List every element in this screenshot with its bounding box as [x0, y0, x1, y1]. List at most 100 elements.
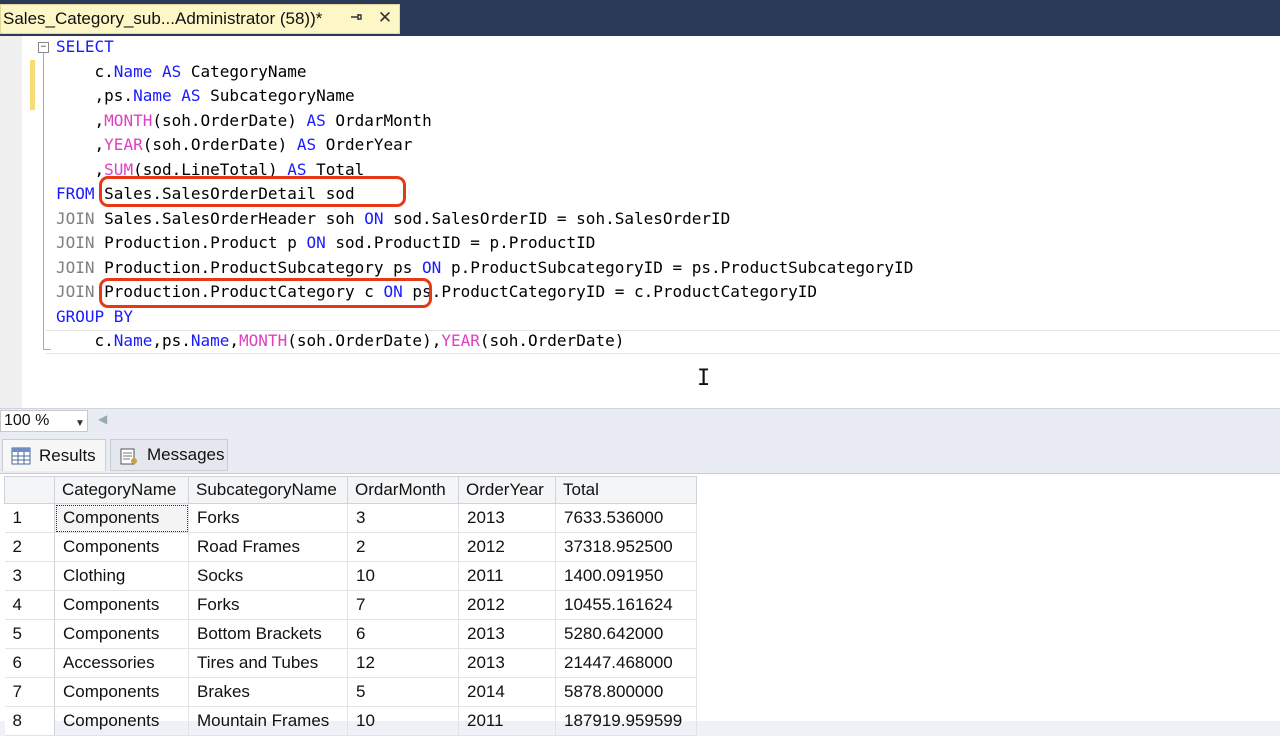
column-header[interactable]: OrdarMonth [347, 476, 459, 504]
grid-cell[interactable]: Mountain Frames [188, 706, 348, 736]
grid-cell[interactable]: 10 [347, 706, 459, 736]
grid-cell[interactable]: 2013 [458, 503, 556, 533]
grid-cell[interactable]: Tires and Tubes [188, 648, 348, 678]
results-tabs: Results Messages [0, 433, 1280, 473]
table-row[interactable]: 2 Components Road Frames 2 2012 37318.952500 [4, 532, 697, 562]
table-row[interactable]: 8 Components Mountain Frames 10 2011 187919.9… [4, 706, 697, 736]
zoom-select[interactable]: 100 % ▼ [0, 410, 88, 432]
grid-cell[interactable]: 2 [347, 532, 459, 562]
grid-cell[interactable]: Brakes [188, 677, 348, 707]
grid-cell[interactable]: 2012 [458, 590, 556, 620]
column-header[interactable]: SubcategoryName [188, 476, 348, 504]
grid-cell[interactable]: 6 [347, 619, 459, 649]
code-line: c.Name,ps.Name,MONTH(soh.OrderDate),YEAR… [56, 329, 625, 353]
highlight-from-table [99, 176, 406, 207]
column-header[interactable]: OrderYear [458, 476, 556, 504]
grid-cell[interactable]: 2013 [458, 648, 556, 678]
column-header[interactable]: CategoryName [54, 476, 189, 504]
row-number-cell[interactable]: 7 [4, 677, 55, 707]
table-row[interactable]: 3 Clothing Socks 10 2011 1400.091950 [4, 561, 697, 591]
grid-cell[interactable]: Forks [188, 590, 348, 620]
grid-cell[interactable]: 10 [347, 561, 459, 591]
row-number-cell[interactable]: 1 [4, 503, 55, 533]
grid-cell[interactable]: 7 [347, 590, 459, 620]
grid-cell[interactable]: 10455.161624 [555, 590, 697, 620]
grid-cell[interactable]: 3 [347, 503, 459, 533]
grid-cell[interactable]: Components [54, 532, 189, 562]
code-token: (soh.OrderDate) [142, 135, 297, 154]
pin-icon[interactable] [348, 10, 364, 27]
tab-messages[interactable]: Messages [110, 439, 228, 471]
grid-cell[interactable]: 1400.091950 [555, 561, 697, 591]
grid-cell[interactable]: Components [54, 677, 189, 707]
document-tab-strip: Sales_Category_sub...Administrator (58))… [0, 0, 1280, 36]
code-token: c. [56, 331, 114, 350]
results-grid[interactable]: CategoryName SubcategoryName OrdarMonth … [4, 476, 697, 736]
code-token: MONTH [104, 110, 153, 130]
unsaved-change-marker [30, 60, 35, 110]
code-token: sod.SalesOrderID = soh.SalesOrderID [383, 208, 731, 228]
query-editor[interactable]: − SELECT c.Name AS CategoryName ,ps.Name… [0, 36, 1280, 408]
code-token: ON [422, 257, 442, 277]
grid-cell[interactable]: 5 [347, 677, 459, 707]
table-row[interactable]: 1 Components Forks 3 2013 7633.536000 [4, 503, 697, 533]
code-token: , [56, 110, 105, 130]
zoom-value: 100 % [4, 412, 50, 429]
grid-cell[interactable]: Components [54, 503, 189, 533]
grid-cell[interactable]: Components [54, 619, 189, 649]
grid-cell[interactable]: 2011 [458, 706, 556, 736]
column-header[interactable]: Total [555, 476, 697, 504]
row-number-cell[interactable]: 4 [4, 590, 55, 620]
grid-cell[interactable]: 21447.468000 [555, 648, 697, 678]
code-line: SELECT [56, 35, 114, 59]
collapse-icon[interactable]: − [38, 42, 49, 53]
grid-cell[interactable]: Forks [188, 503, 348, 533]
table-row[interactable]: 4 Components Forks 7 2012 10455.161624 [4, 590, 697, 620]
grid-cell[interactable]: 37318.952500 [555, 532, 697, 562]
results-grid-panel: CategoryName SubcategoryName OrdarMonth … [0, 473, 1280, 736]
row-number-cell[interactable]: 5 [4, 619, 55, 649]
close-icon[interactable]: ✕ [377, 8, 393, 28]
grid-cell[interactable]: 7633.536000 [555, 503, 697, 533]
grid-cell[interactable]: 5878.800000 [555, 677, 697, 707]
tab-results[interactable]: Results [2, 439, 106, 471]
grid-cell[interactable]: Clothing [54, 561, 189, 591]
table-row[interactable]: 7 Components Brakes 5 2014 5878.800000 [4, 677, 697, 707]
grid-cell[interactable]: 2012 [458, 532, 556, 562]
row-number-cell[interactable]: 2 [4, 532, 55, 562]
text-cursor-icon: I [697, 366, 711, 391]
row-number-cell[interactable]: 3 [4, 561, 55, 591]
grid-cell[interactable]: Components [54, 706, 189, 736]
grid-cell[interactable]: Bottom Brackets [188, 619, 348, 649]
grid-cell[interactable]: 5280.642000 [555, 619, 697, 649]
tab-title: Sales_Category_sub...Administrator (58))… [3, 9, 323, 28]
grid-cell[interactable]: 2013 [458, 619, 556, 649]
code-token: Name [133, 86, 172, 105]
code-token: JOIN [56, 208, 95, 228]
grid-cell[interactable]: 187919.959599 [555, 706, 697, 736]
code-token: (soh.OrderDate), [287, 331, 442, 350]
grid-cell[interactable]: Components [54, 590, 189, 620]
grid-cell[interactable]: 12 [347, 648, 459, 678]
code-token: Name [113, 331, 153, 350]
grid-cell[interactable]: Accessories [54, 648, 189, 678]
scroll-left-icon[interactable]: ◀ [98, 412, 107, 426]
outline-line [43, 53, 44, 349]
row-number-cell[interactable]: 6 [4, 648, 55, 678]
grid-cell[interactable]: 2014 [458, 677, 556, 707]
table-row[interactable]: 5 Components Bottom Brackets 6 2013 5280.6420… [4, 619, 697, 649]
code-token: sod.ProductID = p.ProductID [325, 233, 596, 252]
table-row[interactable]: 6 Accessories Tires and Tubes 12 2013 21447.4… [4, 648, 697, 678]
code-token: YEAR [104, 135, 143, 154]
editor-gutter [0, 36, 22, 408]
row-number-cell[interactable]: 8 [4, 706, 55, 736]
grid-cell[interactable]: 2011 [458, 561, 556, 591]
query-document-tab[interactable]: Sales_Category_sub...Administrator (58))… [0, 4, 400, 34]
grid-cell[interactable]: Road Frames [188, 532, 348, 562]
grid-cell[interactable]: Socks [188, 561, 348, 591]
messages-icon [119, 446, 139, 465]
row-number-header[interactable] [4, 476, 55, 504]
code-line: JOIN Sales.SalesOrderHeader soh ON sod.S… [56, 207, 730, 231]
